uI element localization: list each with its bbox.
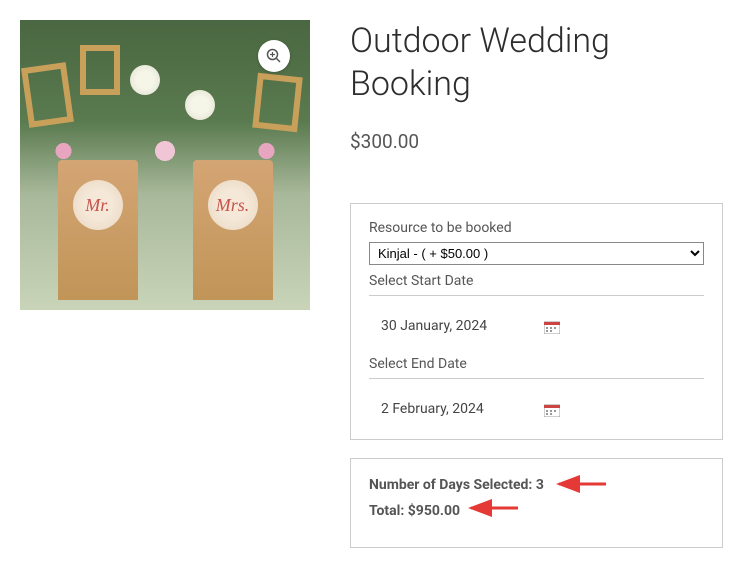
start-date-label: Select Start Date: [369, 273, 704, 289]
annotation-arrow: [463, 499, 523, 518]
days-value: 3: [536, 477, 544, 493]
calendar-icon[interactable]: [544, 402, 560, 416]
decor-ball: [185, 90, 215, 120]
resource-label: Resource to be booked: [369, 220, 704, 236]
booking-form: Resource to be booked Kinjal - ( + $50.0…: [350, 203, 723, 440]
decor-frame: [252, 72, 303, 131]
zoom-icon[interactable]: [258, 40, 290, 72]
resource-select[interactable]: Kinjal - ( + $50.00 ): [369, 242, 704, 265]
decor-frame: [21, 62, 74, 128]
decor-frame: [80, 45, 120, 95]
annotation-arrow: [551, 475, 611, 494]
calendar-icon[interactable]: [544, 319, 560, 333]
total-value: $950.00: [408, 503, 460, 519]
chair-mr: [58, 160, 138, 300]
end-date-value[interactable]: 2 February, 2024: [373, 401, 484, 417]
start-date-value[interactable]: 30 January, 2024: [373, 318, 487, 334]
end-date-label: Select End Date: [369, 356, 704, 372]
days-label: Number of Days Selected:: [369, 477, 536, 493]
decor-ball: [130, 65, 160, 95]
total-label: Total:: [369, 503, 408, 519]
booking-summary: Number of Days Selected: 3 Total: $950.0…: [350, 458, 723, 548]
product-title: Outdoor Wedding Booking: [350, 20, 723, 105]
days-selected: Number of Days Selected: 3: [369, 477, 704, 493]
chair-mrs: [193, 160, 273, 300]
product-price: $300.00: [350, 130, 723, 153]
total-price: Total: $950.00: [369, 503, 704, 519]
